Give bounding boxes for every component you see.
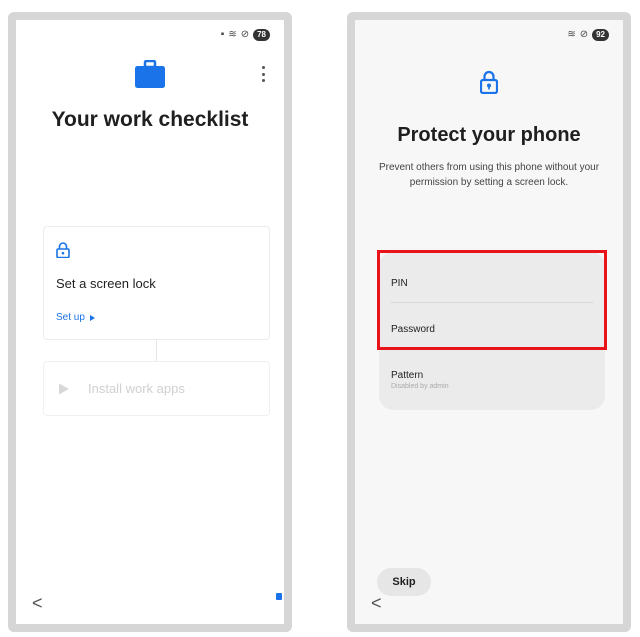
wifi-icon: ≋ xyxy=(228,29,237,40)
briefcase-icon xyxy=(135,60,165,88)
work-checklist-screen: ▪ ≋ ⊘ 78 Your work checklist Set a scree… xyxy=(16,20,284,624)
lock-icon xyxy=(480,70,498,94)
more-options-icon[interactable] xyxy=(256,66,270,82)
do-not-disturb-icon: ⊘ xyxy=(579,29,589,40)
pattern-disabled-note: Disabled by admin xyxy=(391,383,449,390)
pin-option-label: PIN xyxy=(391,278,408,289)
task-card-screen-lock[interactable]: Set a screen lock Set up xyxy=(43,226,270,340)
battery-indicator: 92 xyxy=(592,29,609,41)
play-store-icon xyxy=(59,383,69,395)
back-button[interactable]: < xyxy=(371,593,382,614)
task-label: Install work apps xyxy=(88,381,185,396)
do-not-disturb-icon: ⊘ xyxy=(240,29,250,40)
password-option-label: Password xyxy=(391,324,435,335)
battery-indicator: 78 xyxy=(253,29,270,41)
pattern-option: Pattern Disabled by admin xyxy=(391,370,593,390)
skip-button[interactable]: Skip xyxy=(377,568,431,596)
password-option[interactable]: Password xyxy=(391,324,593,335)
work-badge-icon xyxy=(276,593,282,600)
task-connector xyxy=(156,340,157,361)
lock-options-list: PIN Password Pattern Disabled by admin xyxy=(379,252,605,410)
pin-option[interactable]: PIN xyxy=(391,278,593,289)
back-button[interactable]: < xyxy=(32,593,43,614)
pattern-option-label: Pattern xyxy=(391,370,424,381)
left-phone-frame: ▪ ≋ ⊘ 78 Your work checklist Set a scree… xyxy=(8,12,292,632)
lock-status-icon: ▪ xyxy=(220,29,225,40)
protect-phone-screen: ≋ ⊘ 92 Protect your phone Prevent others… xyxy=(355,20,623,624)
set-up-label: Set up xyxy=(56,312,85,323)
option-divider xyxy=(391,302,593,303)
page-title: Your work checklist xyxy=(51,108,249,131)
status-bar: ≋ ⊘ 92 xyxy=(567,28,609,42)
page-description: Prevent others from using this phone wit… xyxy=(378,162,600,188)
set-up-link[interactable]: Set up xyxy=(56,312,95,323)
task-card-install-apps: Install work apps xyxy=(43,361,270,416)
status-bar: ▪ ≋ ⊘ 78 xyxy=(221,28,270,42)
play-arrow-icon xyxy=(89,314,95,321)
wifi-icon: ≋ xyxy=(567,29,576,40)
page-title: Protect your phone xyxy=(397,124,581,146)
task-label: Set a screen lock xyxy=(56,276,156,291)
right-phone-frame: ≋ ⊘ 92 Protect your phone Prevent others… xyxy=(347,12,631,632)
lock-icon xyxy=(56,242,70,258)
